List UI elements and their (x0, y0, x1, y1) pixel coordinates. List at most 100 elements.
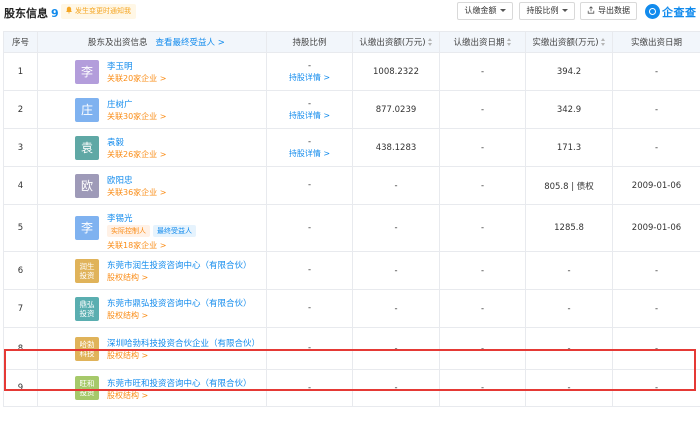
holder-name-link[interactable]: 东莞市旺和投资咨询中心（有限合伙） (107, 377, 252, 389)
ratio-cell: - (266, 369, 353, 407)
paid-date: - (612, 289, 700, 328)
export-button[interactable]: 导出数据 (580, 2, 637, 20)
ratio-cell: - (266, 204, 353, 252)
paid-date: - (612, 251, 700, 290)
subscribed-amount: 877.0239 (352, 90, 440, 129)
row-index: 8 (3, 327, 38, 370)
holder-name-link[interactable]: 深圳哈勃科技投资合伙企业（有限合伙） (107, 337, 260, 349)
bell-icon (66, 6, 72, 14)
export-label: 导出数据 (598, 6, 630, 15)
subscribed-amount: - (352, 289, 440, 328)
paid-date: - (612, 327, 700, 370)
avatar: 袁 (75, 135, 99, 160)
avatar: 润生 投资 (75, 258, 99, 283)
table-row: 1 李李玉明 关联20家企业 > - 持股详情 >1008.2322-394.2- (3, 52, 700, 91)
paid-date: 2009-01-06 (612, 166, 700, 205)
ratio-value: - (307, 343, 312, 353)
col-paid-amount-header[interactable]: 实缴出资额(万元) (525, 31, 613, 53)
filter-ratio-dropdown[interactable]: 持股比例 (519, 2, 575, 20)
holder-name-link[interactable]: 袁毅 (107, 136, 124, 148)
table-row: 3 袁袁毅 关联26家企业 > - 持股详情 >438.1283-171.3- (3, 128, 700, 167)
ratio-detail-link[interactable]: 持股详情 > (267, 110, 352, 121)
row-index: 3 (3, 128, 38, 167)
related-companies-link[interactable]: 关联36家企业 > (107, 187, 166, 198)
status-badge: 实际控制人 (107, 225, 150, 237)
final-beneficiary-link[interactable]: 查看最终受益人 > (156, 38, 225, 48)
paid-amount: - (525, 289, 613, 328)
related-companies-link[interactable]: 关联26家企业 > (107, 149, 166, 160)
col-index-header: 序号 (3, 31, 38, 53)
holder-cell: 袁袁毅 关联26家企业 > (37, 128, 267, 167)
change-notify-button[interactable]: 发生变更时通知我 (61, 4, 136, 19)
col-subscribed-date-header[interactable]: 认缴出资日期 (439, 31, 526, 53)
holder-cell: 哈勃 科技 深圳哈勃科技投资合伙企业（有限合伙） 股权结构 > (37, 327, 267, 370)
status-badge: 最终受益人 (153, 225, 196, 237)
related-companies-link[interactable]: 关联18家企业 > (107, 240, 166, 251)
subscribed-date: - (439, 128, 526, 167)
holder-cell: 旺和 投资 东莞市旺和投资咨询中心（有限合伙） 股权结构 > (37, 369, 267, 407)
filter-ratio-label: 持股比例 (526, 6, 559, 15)
row-index: 9 (3, 369, 38, 407)
subscribed-amount: - (352, 204, 440, 252)
sort-icon (600, 38, 606, 46)
subscribed-amount: - (352, 251, 440, 290)
ratio-value: - (307, 382, 312, 393)
table-header-row: 序号 股东及出资信息 查看最终受益人 > 持股比例 认缴出资额(万元) 认缴出资日… (3, 31, 700, 53)
related-companies-link[interactable]: 关联30家企业 > (107, 111, 166, 122)
equity-structure-link[interactable]: 股权结构 > (107, 310, 148, 321)
sort-icon (427, 38, 433, 46)
paid-amount: - (525, 251, 613, 290)
holder-name-link[interactable]: 李锡光 (107, 212, 133, 224)
subscribed-date: - (439, 327, 526, 370)
row-index: 2 (3, 90, 38, 129)
ratio-value: - (307, 265, 312, 275)
holder-name-link[interactable]: 东莞市润生投资咨询中心（有限合伙） (107, 259, 252, 271)
holder-cell: 鼎弘 投资 东莞市鼎弘投资咨询中心（有限合伙） 股权结构 > (37, 289, 267, 328)
ratio-detail-link[interactable]: 持股详情 > (267, 148, 352, 159)
table-row: 2 庄庄树广 关联30家企业 > - 持股详情 >877.0239-342.9- (3, 90, 700, 129)
subscribed-amount: - (352, 369, 440, 407)
col-subscribed-date-label: 认缴出资日期 (453, 38, 505, 48)
holder-cell: 润生 投资 东莞市润生投资咨询中心（有限合伙） 股权结构 > (37, 251, 267, 290)
equity-structure-link[interactable]: 股权结构 > (107, 350, 148, 361)
subscribed-date: - (439, 369, 526, 407)
subscribed-amount: - (352, 166, 440, 205)
subscribed-amount: - (352, 327, 440, 370)
holder-name-link[interactable]: 李玉明 (107, 60, 133, 72)
export-icon (587, 6, 595, 14)
brand-text: 企查查 (662, 6, 697, 19)
brand-search-icon (645, 4, 660, 19)
col-holder-label: 股东及出资信息 (88, 38, 148, 48)
paid-date: - (612, 128, 700, 167)
holder-cell: 李李锡光 实际控制人 最终受益人关联18家企业 > (37, 204, 267, 252)
paid-date: - (612, 369, 700, 407)
subscribed-amount: 438.1283 (352, 128, 440, 167)
equity-structure-link[interactable]: 股权结构 > (107, 390, 148, 401)
paid-amount: 171.3 (525, 128, 613, 167)
ratio-value: - (307, 136, 312, 147)
ratio-value: - (307, 303, 312, 313)
row-index: 5 (3, 204, 38, 252)
col-subscribed-amount-header[interactable]: 认缴出资额(万元) (352, 31, 440, 53)
table-row: 5 李李锡光 实际控制人 最终受益人 关联18家企业 > - - -1285.8 2009-01… (3, 204, 700, 252)
holder-name-link[interactable]: 庄树广 (107, 98, 133, 110)
ratio-value: - (307, 180, 312, 190)
holder-name-link[interactable]: 东莞市鼎弘投资咨询中心（有限合伙） (107, 297, 252, 309)
col-paid-date-header: 实缴出资日期 (612, 31, 700, 53)
paid-amount: - (525, 369, 613, 407)
paid-date: 2009-01-06 (612, 204, 700, 252)
table-row: 6 润生 投资 东莞市润生投资咨询中心（有限合伙） 股权结构 > - - - - - (3, 251, 700, 290)
equity-structure-link[interactable]: 股权结构 > (107, 272, 148, 283)
paid-amount: - (525, 327, 613, 370)
ratio-detail-link[interactable]: 持股详情 > (267, 72, 352, 83)
holder-cell: 李李玉明 关联20家企业 > (37, 52, 267, 91)
related-companies-link[interactable]: 关联20家企业 > (107, 73, 166, 84)
change-notify-label: 发生变更时通知我 (75, 7, 131, 15)
sort-icon (506, 38, 512, 46)
paid-amount: 394.2 (525, 52, 613, 91)
avatar: 李 (75, 216, 99, 240)
filter-amount-dropdown[interactable]: 认缴金额 (457, 2, 513, 20)
section-title-text: 股东信息 (4, 7, 48, 20)
col-paid-amount-label: 实缴出资额(万元) (532, 38, 599, 48)
holder-name-link[interactable]: 欧阳忠 (107, 174, 133, 186)
